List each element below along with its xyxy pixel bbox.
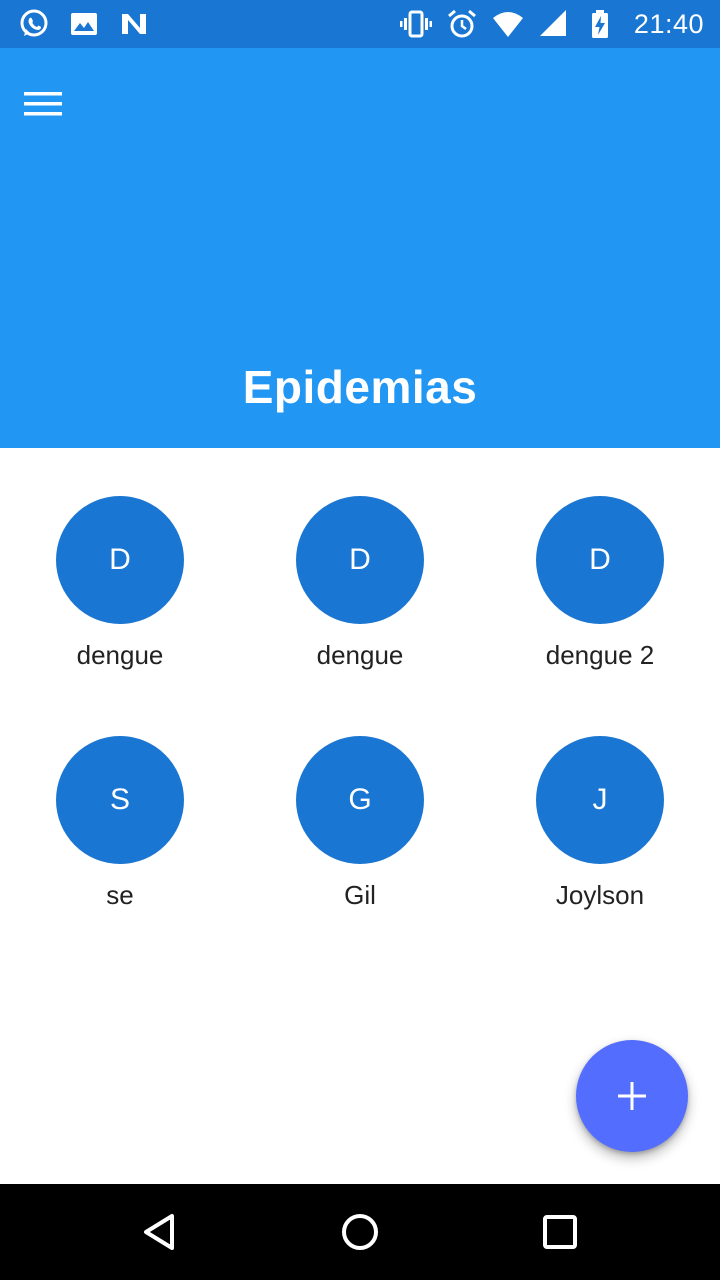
avatar-initial: D [589,543,611,576]
signal-icon [539,10,566,36]
avatar: D [536,496,664,624]
avatar: D [56,496,184,624]
avatar: G [296,736,424,864]
recents-icon[interactable] [536,1208,584,1256]
whatsapp-icon [20,9,48,37]
avatar-initial: G [348,783,372,816]
grid-item-label: Gil [344,880,376,910]
grid-item-label: dengue [316,640,404,670]
grid-item-label: dengue 2 [545,640,655,670]
avatar-initial: S [109,783,130,816]
grid-item[interactable]: D dengue [240,496,480,696]
image-icon [71,13,97,35]
grid-item[interactable]: D dengue 2 [480,496,720,696]
avatar: D [296,496,424,624]
grid-item-label: dengue [76,640,164,670]
menu-icon [24,92,62,116]
grid-item-label: Joylson [555,880,645,910]
grid-item[interactable]: D dengue [0,496,240,696]
wifi-icon [492,12,523,37]
battery-charging-icon [591,10,608,38]
menu-button[interactable] [24,80,88,128]
avatar: J [536,736,664,864]
avatar-initial: D [109,543,131,576]
home-icon[interactable] [336,1208,384,1256]
avatar-initial: J [592,783,608,816]
status-time: 21:40 [633,8,704,39]
status-bar: 21:40 [0,0,720,48]
vibrate-icon [399,10,432,38]
n-notification-icon [122,14,146,34]
add-button[interactable] [576,1040,688,1152]
grid-item-label: se [106,880,134,910]
grid-item[interactable]: S se [0,736,240,936]
back-icon[interactable] [136,1208,184,1256]
grid-item[interactable]: J Joylson [480,736,720,936]
page-title: Epidemias [242,361,478,413]
plus-icon [618,1082,646,1110]
avatar: S [56,736,184,864]
navigation-bar [0,1184,720,1280]
app-bar: Epidemias [0,48,720,448]
avatar-initial: D [349,543,371,576]
alarm-icon [447,9,476,38]
grid-item[interactable]: G Gil [240,736,480,936]
